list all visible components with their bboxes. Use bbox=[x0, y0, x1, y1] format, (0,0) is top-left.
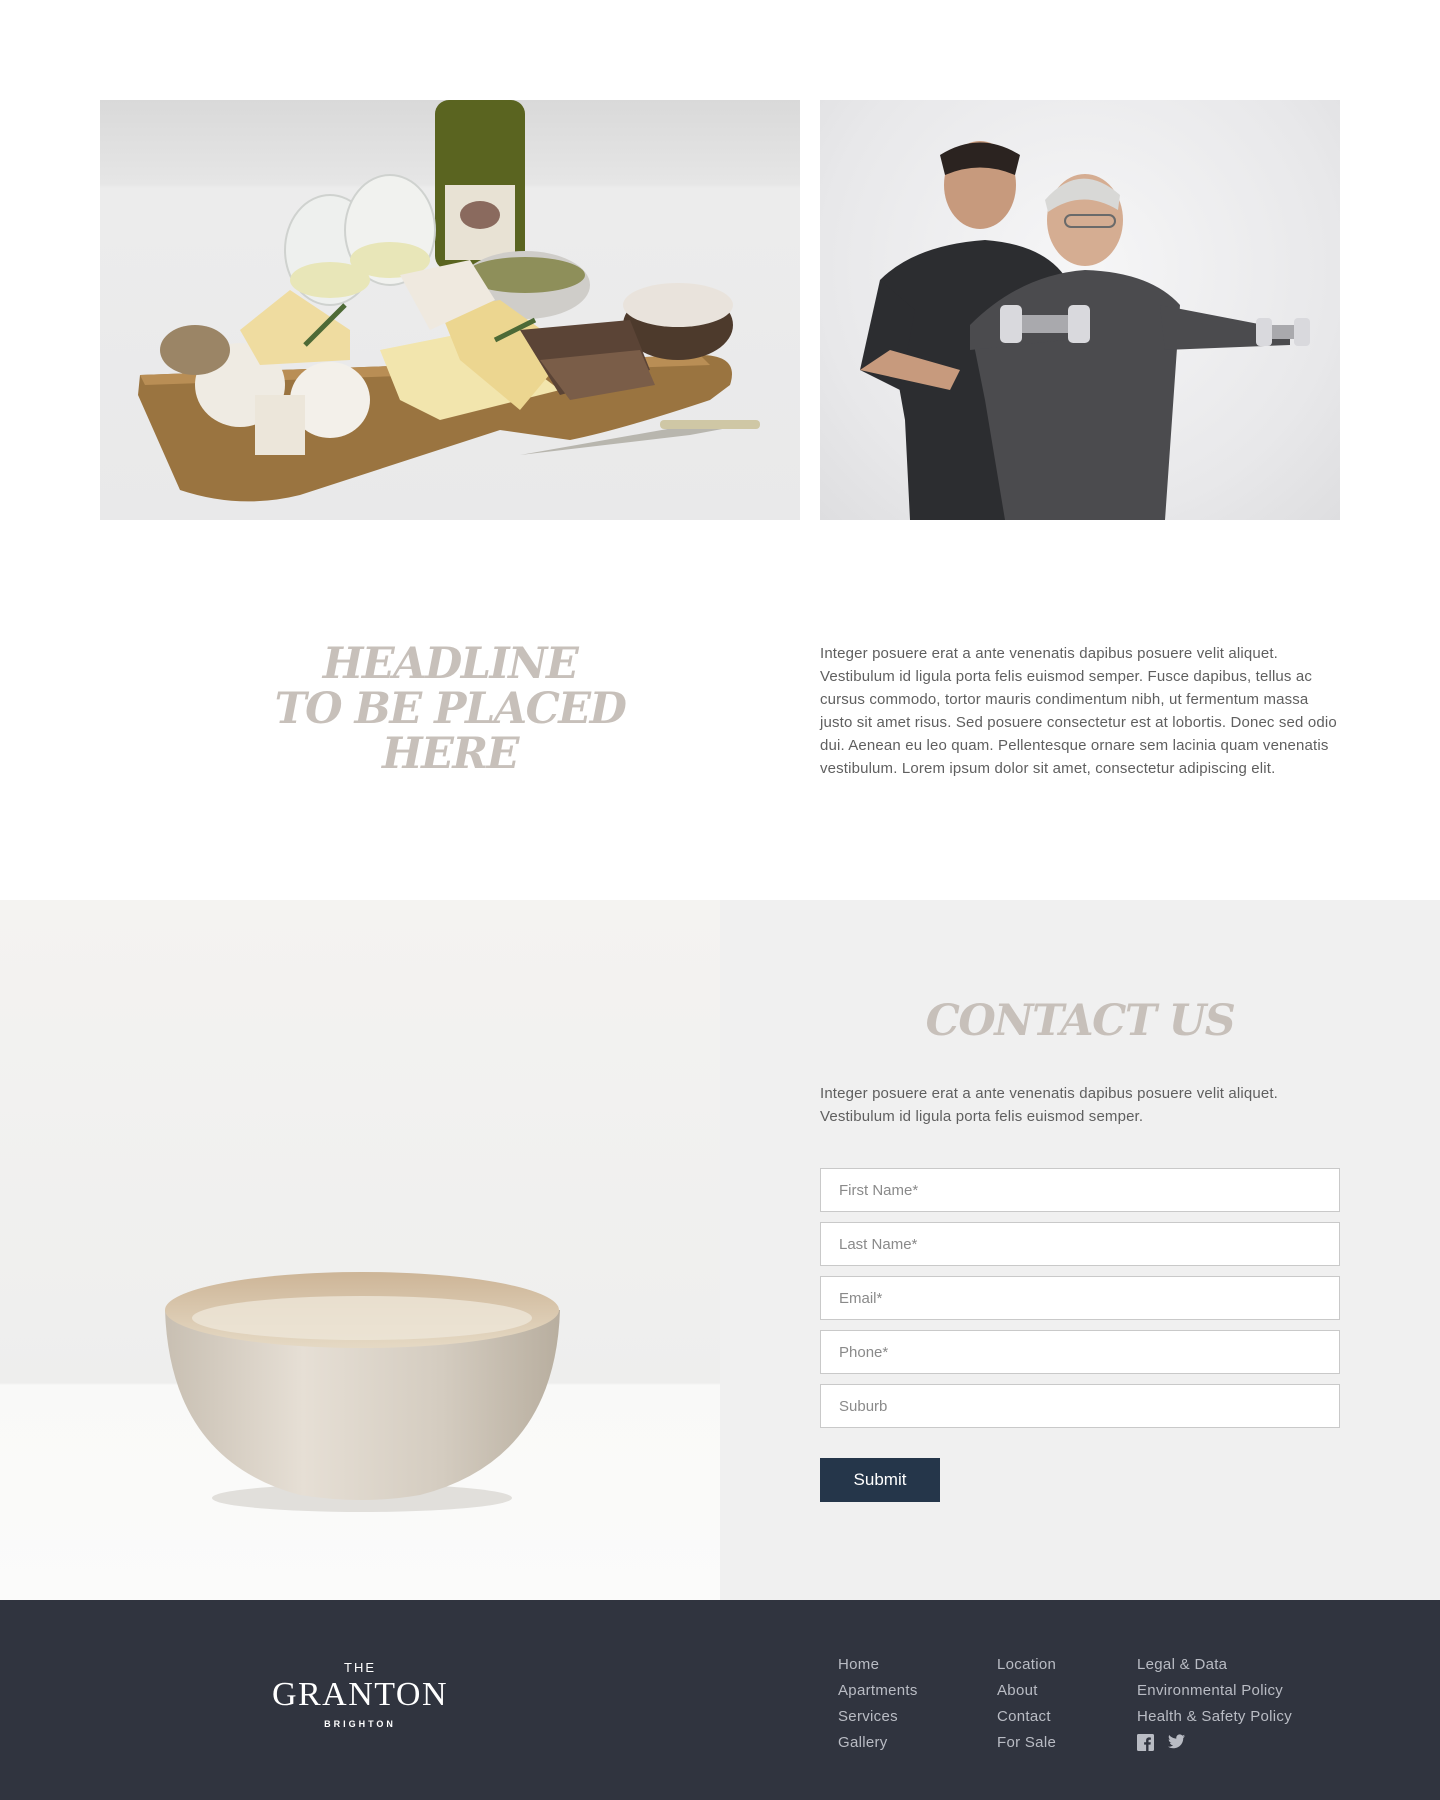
bowl-photo bbox=[0, 900, 720, 1600]
footer-link-gallery[interactable]: Gallery bbox=[838, 1730, 918, 1756]
headline-line-1: HEADLINE bbox=[322, 639, 579, 689]
social-links bbox=[1137, 1734, 1292, 1751]
footer-link-about[interactable]: About bbox=[997, 1678, 1056, 1704]
footer-link-for-sale[interactable]: For Sale bbox=[997, 1730, 1056, 1756]
footer-link-services[interactable]: Services bbox=[838, 1704, 918, 1730]
suburb-field[interactable] bbox=[820, 1384, 1340, 1428]
contact-section: CONTACT US Integer posuere erat a ante v… bbox=[720, 900, 1440, 1600]
footer-link-health-safety-policy[interactable]: Health & Safety Policy bbox=[1137, 1704, 1292, 1730]
image-gallery bbox=[100, 100, 1340, 520]
twitter-icon[interactable] bbox=[1168, 1734, 1185, 1751]
feature-paragraph: Integer posuere erat a ante venenatis da… bbox=[820, 645, 1337, 777]
headline-line-3: HERE bbox=[382, 729, 519, 779]
cheese-board-photo bbox=[100, 100, 800, 520]
logo-name: GRANTON bbox=[271, 1676, 449, 1713]
footer-link-location[interactable]: Location bbox=[997, 1652, 1056, 1678]
logo-the: THE bbox=[344, 1660, 376, 1675]
footer-link-legal-data[interactable]: Legal & Data bbox=[1137, 1652, 1292, 1678]
footer-link-home[interactable]: Home bbox=[838, 1652, 918, 1678]
contact-form: Submit bbox=[820, 1168, 1340, 1502]
footer-link-environmental-policy[interactable]: Environmental Policy bbox=[1137, 1678, 1292, 1704]
footer-nav-secondary: Location About Contact For Sale bbox=[997, 1652, 1056, 1756]
feature-headline: HEADLINE TO BE PLACED HERE bbox=[260, 642, 640, 777]
footer-link-contact[interactable]: Contact bbox=[997, 1704, 1056, 1730]
fitness-training-photo bbox=[820, 100, 1340, 520]
last-name-field[interactable] bbox=[820, 1222, 1340, 1266]
footer-nav-primary: Home Apartments Services Gallery bbox=[838, 1652, 918, 1756]
footer-link-apartments[interactable]: Apartments bbox=[838, 1678, 918, 1704]
contact-description: Integer posuere erat a ante venenatis da… bbox=[820, 1085, 1279, 1125]
headline-line-2: TO BE PLACED bbox=[274, 684, 627, 734]
facebook-icon[interactable] bbox=[1137, 1734, 1154, 1751]
logo-location: BRIGHTON bbox=[324, 1719, 396, 1729]
first-name-field[interactable] bbox=[820, 1168, 1340, 1212]
granton-logo[interactable]: THE GRANTON BRIGHTON bbox=[260, 1660, 460, 1729]
submit-button[interactable]: Submit bbox=[820, 1458, 940, 1502]
site-footer: THE GRANTON BRIGHTON Home Apartments Ser… bbox=[0, 1600, 1440, 1800]
footer-nav-policies: Legal & Data Environmental Policy Health… bbox=[1137, 1652, 1292, 1751]
email-field[interactable] bbox=[820, 1276, 1340, 1320]
contact-title: CONTACT US bbox=[925, 996, 1236, 1046]
phone-field[interactable] bbox=[820, 1330, 1340, 1374]
